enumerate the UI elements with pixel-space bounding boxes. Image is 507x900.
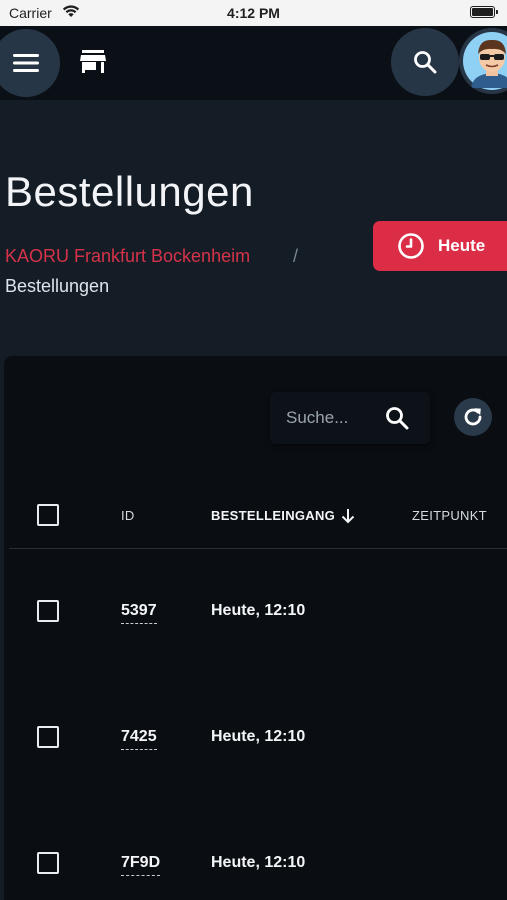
row-checkbox[interactable] xyxy=(37,600,59,622)
breadcrumb-separator: / xyxy=(293,246,299,266)
menu-icon xyxy=(13,54,39,72)
order-id[interactable]: 5397 xyxy=(121,602,157,624)
search-input[interactable] xyxy=(286,406,376,430)
row-checkbox[interactable] xyxy=(37,852,59,874)
row-checkbox[interactable] xyxy=(37,726,59,748)
page-title: Bestellungen xyxy=(5,168,254,215)
breadcrumb-current: Bestellungen xyxy=(5,276,110,296)
menu-button[interactable] xyxy=(0,29,60,97)
column-header-time[interactable]: ZEITPUNKT xyxy=(412,508,487,523)
table-header-divider xyxy=(9,548,507,549)
select-all-checkbox[interactable] xyxy=(37,504,59,526)
battery-icon xyxy=(470,6,498,18)
refresh-button[interactable] xyxy=(454,398,492,436)
arrow-down-icon xyxy=(341,509,355,524)
search-icon xyxy=(414,51,437,74)
search-button[interactable] xyxy=(391,28,459,96)
top-app-bar xyxy=(0,26,507,100)
column-header-received-label: BESTELLEINGANG xyxy=(211,508,336,523)
clock-icon xyxy=(398,233,424,259)
order-id[interactable]: 7F9D xyxy=(121,854,161,876)
refresh-icon xyxy=(464,408,482,426)
orders-card xyxy=(4,356,507,900)
store-icon[interactable] xyxy=(80,50,106,79)
clock: 4:12 PM xyxy=(227,5,280,21)
column-header-id[interactable]: ID xyxy=(121,508,135,523)
date-filter-button[interactable]: Heute xyxy=(373,221,507,271)
order-received: Heute, 12:10 xyxy=(211,602,306,619)
table-search xyxy=(270,392,430,444)
breadcrumb-parent-link[interactable]: KAORU Frankfurt Bockenheim xyxy=(5,246,250,267)
order-received: Heute, 12:10 xyxy=(211,728,306,745)
search-icon[interactable] xyxy=(385,406,409,435)
avatar[interactable] xyxy=(459,28,507,94)
order-received: Heute, 12:10 xyxy=(211,854,306,871)
column-header-received[interactable]: BESTELLEINGANG xyxy=(211,508,355,524)
order-id[interactable]: 7425 xyxy=(121,728,157,750)
date-filter-label: Heute xyxy=(438,236,486,255)
status-bar: Carrier 4:12 PM xyxy=(0,0,507,26)
